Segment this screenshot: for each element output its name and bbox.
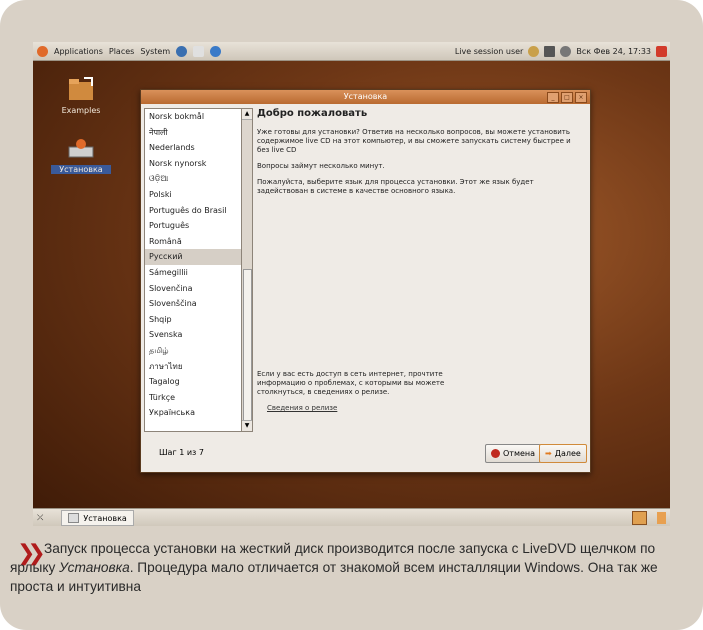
clock[interactable]: Вск Фев 24, 17:33 — [576, 47, 651, 56]
language-item[interactable]: Slovenčina — [145, 281, 242, 297]
help-icon[interactable] — [210, 45, 222, 57]
taskbar-item-installer[interactable]: Установка — [61, 510, 134, 526]
power-icon[interactable] — [656, 45, 667, 57]
language-item[interactable]: Português do Brasil — [145, 203, 242, 219]
desktop-icon-examples[interactable]: Examples — [51, 74, 111, 115]
next-button[interactable]: ➡ Далее — [539, 444, 587, 463]
language-item[interactable]: Shqip — [145, 312, 242, 328]
step-indicator: Шаг 1 из 7 — [159, 448, 204, 457]
language-item[interactable]: Tagalog — [145, 374, 242, 390]
language-item[interactable]: Svenska — [145, 327, 242, 343]
installer-icon — [68, 139, 94, 158]
language-list[interactable]: Norsk bokmål नेपाली Nederlands Norsk nynors… — [144, 108, 243, 432]
intro-text: Уже готовы для установки? Ответив на нес… — [257, 128, 571, 154]
scroll-thumb[interactable] — [243, 269, 252, 421]
language-item[interactable]: Slovenščina — [145, 296, 242, 312]
language-item[interactable]: Українська — [145, 405, 242, 421]
language-item[interactable]: Norsk nynorsk — [145, 156, 242, 172]
language-item[interactable]: नेपाली — [145, 125, 242, 141]
window-title: Установка — [343, 92, 388, 101]
desktop-icon-label: Установка — [51, 165, 111, 174]
cancel-label: Отмена — [503, 449, 536, 458]
minimize-icon[interactable]: _ — [547, 92, 559, 103]
maximize-icon[interactable]: □ — [561, 92, 573, 103]
duration-text: Вопросы займут несколько минут. — [257, 162, 385, 170]
next-label: Далее — [554, 449, 581, 458]
cancel-icon — [491, 449, 500, 458]
user-switch-icon[interactable] — [528, 45, 540, 57]
arrow-right-icon: ➡ — [545, 449, 552, 458]
welcome-content: Добро пожаловать Уже готовы для установк… — [257, 108, 583, 430]
folder-icon — [69, 77, 93, 100]
mail-icon[interactable] — [193, 45, 205, 57]
network-icon[interactable] — [544, 45, 556, 57]
top-panel: Applications Places System Live session … — [33, 42, 670, 61]
language-item[interactable]: Português — [145, 218, 242, 234]
installer-window: Установка _ □ × Norsk bokmål नेपाली Nederl… — [140, 89, 591, 473]
show-desktop-icon[interactable]: ⤫ — [37, 513, 43, 523]
caption-emphasis: Установка — [59, 560, 130, 575]
wizard-footer: Шаг 1 из 7 Отмена ➡ Далее — [141, 436, 590, 472]
language-item[interactable]: Norsk bokmål — [145, 109, 242, 125]
language-scrollbar[interactable]: ▲ ▼ — [241, 108, 253, 432]
language-text: Пожалуйста, выберите язык для процесса у… — [257, 178, 534, 195]
scroll-up-icon[interactable]: ▲ — [242, 109, 252, 120]
taskbar-item-label: Установка — [83, 513, 127, 523]
language-item[interactable]: Nederlands — [145, 140, 242, 156]
ubuntu-logo-icon — [37, 45, 48, 57]
language-item[interactable]: Русский — [145, 249, 242, 265]
desktop-icon-label: Examples — [61, 106, 101, 115]
language-item[interactable]: ଓଡ଼ିଆ — [145, 171, 242, 187]
language-item[interactable]: Sámegillii — [145, 265, 242, 281]
menu-applications[interactable]: Applications — [54, 47, 103, 56]
user-label[interactable]: Live session user — [455, 47, 523, 56]
desktop-icon-installer[interactable]: Установка — [51, 137, 111, 174]
page-title: Добро пожаловать — [257, 108, 368, 119]
bottom-panel: ⤫ Установка — [33, 508, 670, 526]
language-item[interactable]: Türkçe — [145, 390, 242, 406]
caption-text: Запуск процесса установки на жесткий дис… — [10, 539, 695, 596]
close-icon[interactable]: × — [575, 92, 587, 103]
trash-icon[interactable] — [657, 512, 666, 524]
language-item[interactable]: Polski — [145, 187, 242, 203]
menu-places[interactable]: Places — [109, 47, 134, 56]
language-item[interactable]: Română — [145, 234, 242, 250]
release-notes-link[interactable]: Сведения о релизе — [267, 404, 337, 412]
cancel-button[interactable]: Отмена — [485, 444, 542, 463]
menu-system[interactable]: System — [140, 47, 170, 56]
screenshot-desktop: Applications Places System Live session … — [33, 42, 670, 526]
window-titlebar[interactable]: Установка _ □ × — [141, 90, 590, 104]
volume-icon[interactable] — [560, 45, 572, 57]
release-info-text: Если у вас есть доступ в сеть интернет, … — [257, 370, 445, 396]
article-frame: Applications Places System Live session … — [0, 0, 703, 630]
window-icon — [68, 513, 80, 523]
workspace-switcher-icon[interactable] — [632, 511, 647, 525]
browser-icon[interactable] — [176, 45, 188, 57]
language-item[interactable]: தமிழ் — [145, 343, 242, 359]
language-item[interactable]: ภาษาไทย — [145, 359, 242, 375]
scroll-down-icon[interactable]: ▼ — [242, 420, 252, 431]
